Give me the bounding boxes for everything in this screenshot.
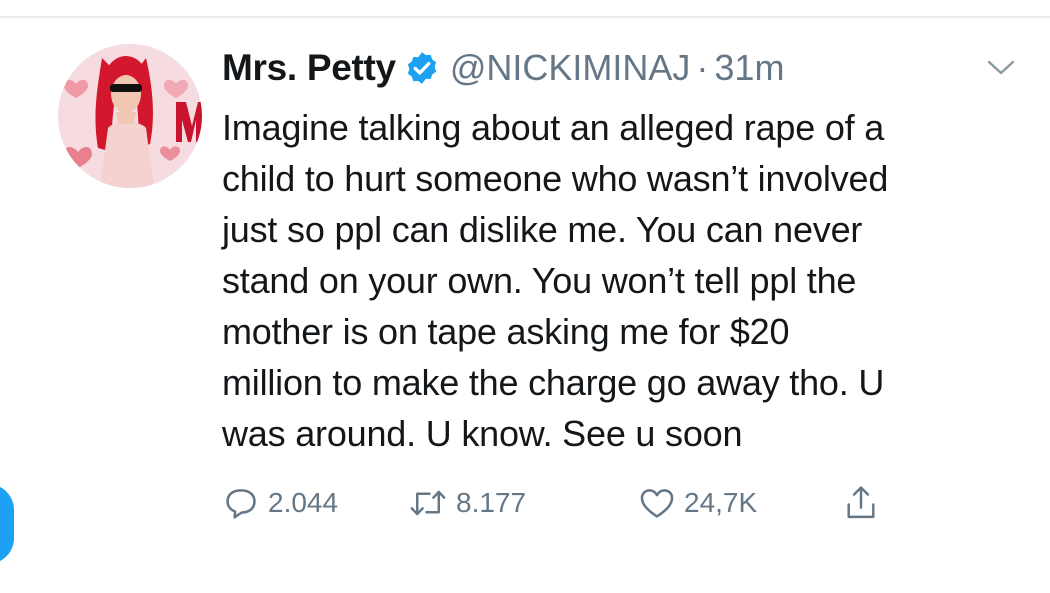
top-divider bbox=[0, 16, 1050, 18]
retweet-icon bbox=[410, 490, 446, 516]
avatar[interactable] bbox=[58, 44, 202, 188]
heart-icon bbox=[640, 489, 674, 518]
handle[interactable]: @NICKIMINAJ bbox=[450, 47, 691, 89]
avatar-image bbox=[58, 44, 202, 188]
reply-count: 2.044 bbox=[268, 487, 339, 518]
share-button[interactable] bbox=[842, 478, 888, 528]
display-name[interactable]: Mrs. Petty bbox=[222, 47, 396, 89]
tweet-actions: 2.044 8.177 24,7K bbox=[222, 478, 922, 528]
like-count: 24,7K bbox=[684, 487, 758, 518]
compose-tweet-button[interactable] bbox=[0, 484, 14, 564]
timestamp[interactable]: 31m bbox=[714, 47, 784, 89]
like-button[interactable]: 24,7K bbox=[638, 478, 757, 528]
tweet-text: Imagine talking about an alleged rape of… bbox=[222, 107, 889, 454]
verified-badge-icon bbox=[407, 52, 436, 84]
retweet-button[interactable]: 8.177 bbox=[408, 478, 526, 528]
retweet-count: 8.177 bbox=[456, 487, 527, 518]
share-icon bbox=[847, 486, 875, 519]
reply-button[interactable]: 2.044 bbox=[222, 478, 338, 528]
separator-dot: · bbox=[696, 47, 709, 88]
tweet-header: Mrs. Petty @NICKIMINAJ · 31m bbox=[222, 42, 784, 94]
reply-icon bbox=[226, 489, 256, 519]
chevron-down-icon[interactable] bbox=[986, 58, 1016, 78]
